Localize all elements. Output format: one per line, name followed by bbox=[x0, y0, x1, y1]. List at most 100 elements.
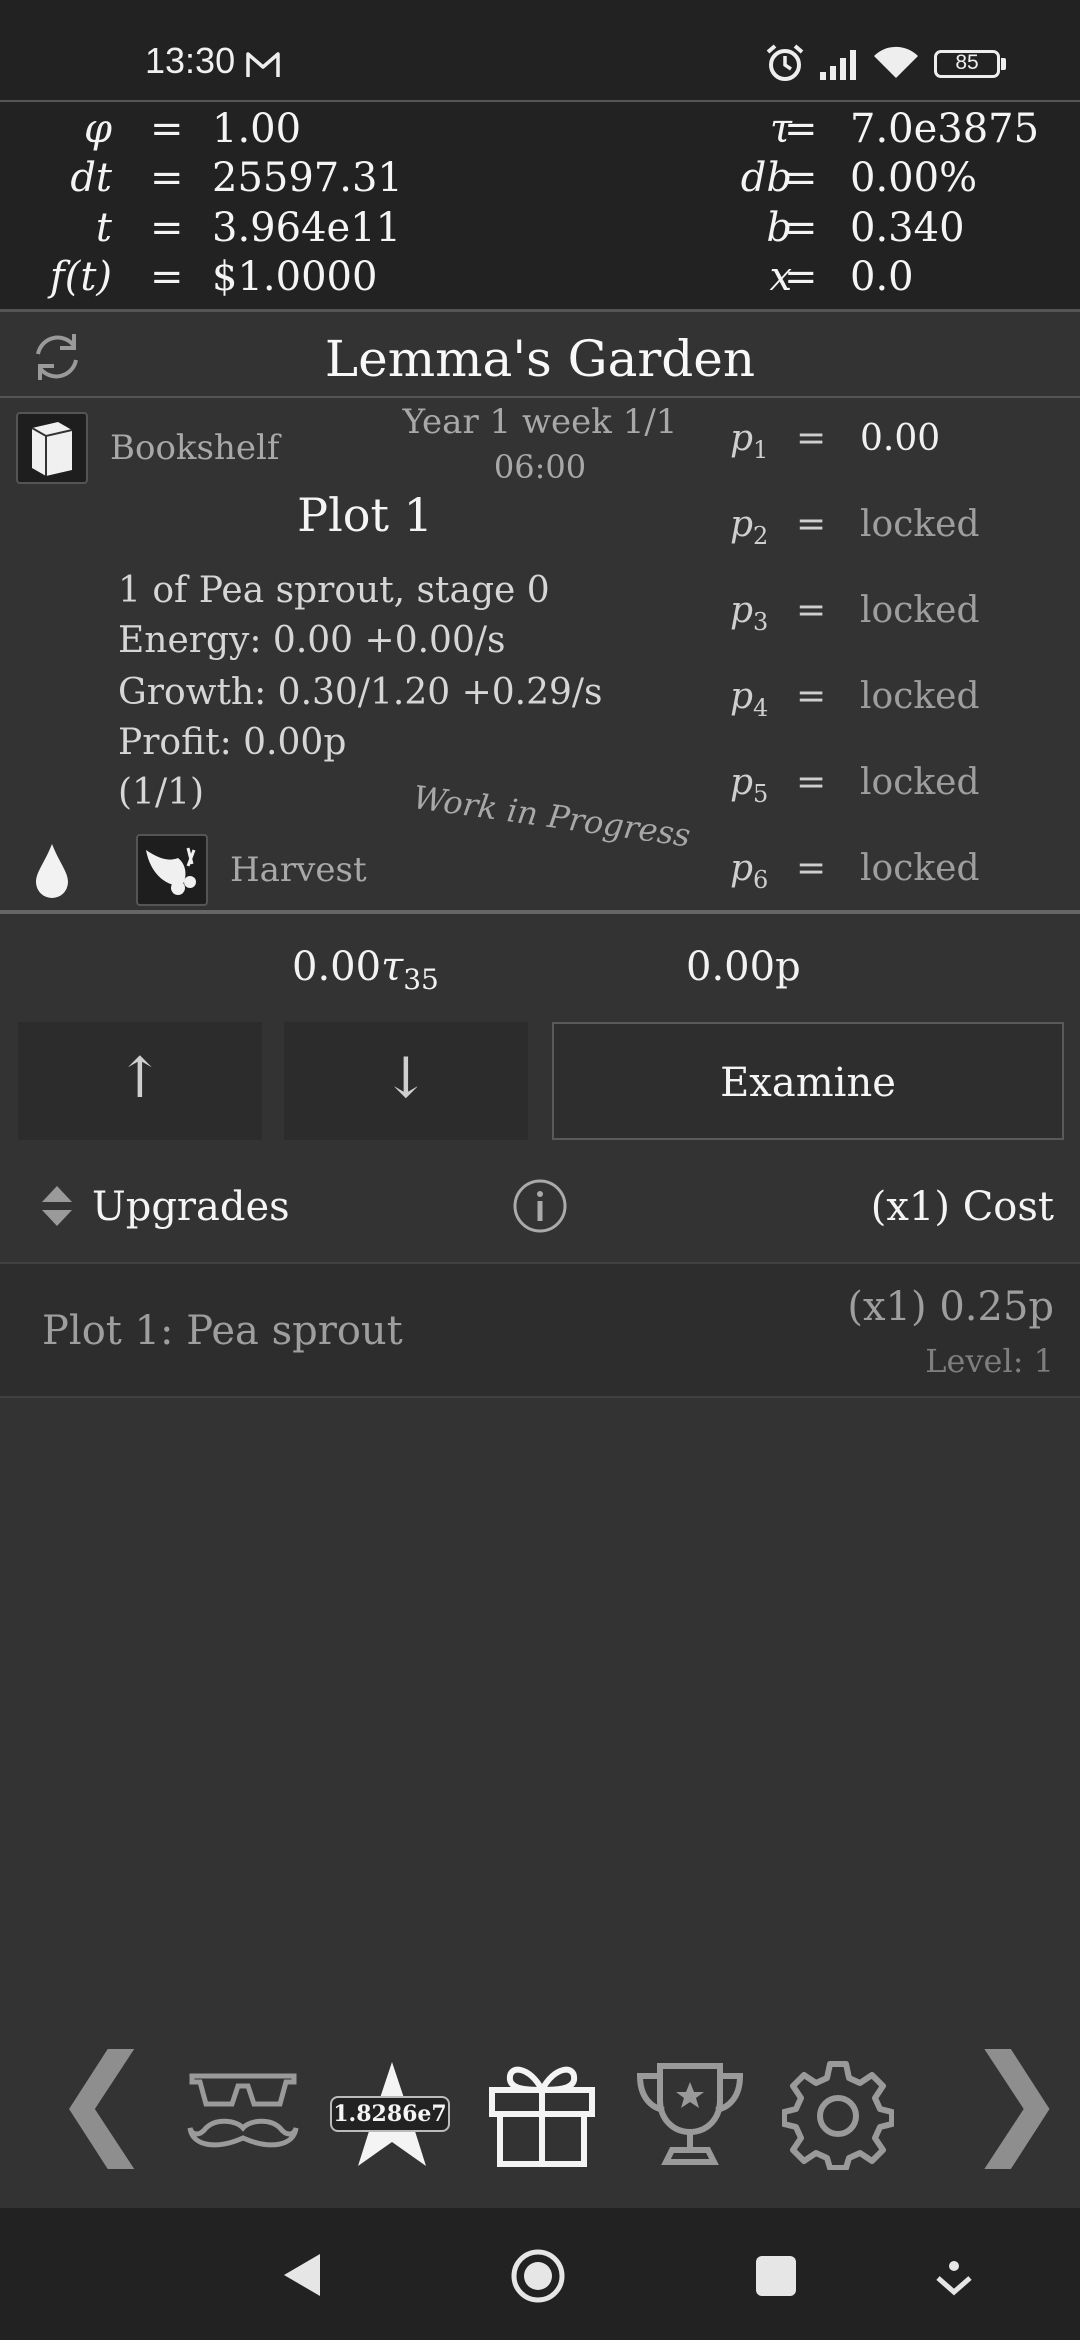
gift-icon[interactable] bbox=[486, 2060, 598, 2168]
var-value: 1.00 bbox=[212, 106, 302, 152]
equals-sign: = bbox=[784, 254, 818, 300]
wip-label: Work in Progress bbox=[410, 778, 693, 855]
trophy-icon[interactable] bbox=[634, 2058, 746, 2170]
p-label: p5 bbox=[730, 762, 769, 809]
date-line: Year 1 week 1/1 bbox=[402, 402, 678, 442]
glasses-mustache-icon[interactable] bbox=[186, 2066, 300, 2156]
harvest-label[interactable]: Harvest bbox=[230, 850, 367, 890]
var-t: t = 3.964e11 bbox=[0, 205, 540, 251]
var-tau: τ = 7.0e3875 bbox=[540, 106, 1080, 152]
upgrades-header: Upgrades bbox=[92, 1184, 290, 1230]
tau-currency: 0.00τ35 bbox=[292, 944, 439, 996]
home-icon[interactable] bbox=[510, 2248, 566, 2304]
equals-sign: = bbox=[796, 590, 827, 631]
p3-row: p3 = locked bbox=[730, 590, 1070, 646]
var-value: 25597.31 bbox=[212, 155, 403, 201]
p-label: p2 bbox=[730, 504, 769, 551]
p-label: p6 bbox=[730, 848, 769, 895]
alarm-icon bbox=[766, 44, 804, 81]
var-dt: dt = 25597.31 bbox=[0, 155, 540, 201]
p4-row: p4 = locked bbox=[730, 676, 1070, 732]
plot-title: Plot 1 bbox=[297, 488, 433, 542]
var-label: x bbox=[769, 254, 792, 300]
upgrade-level: Level: 1 bbox=[925, 1342, 1054, 1380]
var-value: 0.00% bbox=[850, 155, 978, 201]
p6-row: p6 = locked bbox=[730, 848, 1070, 904]
equals-sign: = bbox=[796, 418, 827, 459]
var-value: $1.0000 bbox=[212, 254, 378, 300]
time-line: 06:00 bbox=[493, 448, 587, 486]
equals-sign: = bbox=[784, 106, 818, 152]
battery-icon: 85 bbox=[934, 50, 1000, 78]
up-button[interactable]: ↑ bbox=[18, 1022, 262, 1140]
examine-label: Examine bbox=[720, 1060, 896, 1106]
back-icon[interactable] bbox=[282, 2252, 322, 2298]
equals-sign: = bbox=[150, 106, 184, 152]
status-time: 13:30 bbox=[145, 40, 236, 81]
p-value: locked bbox=[860, 504, 980, 545]
plot-count: (1/1) bbox=[118, 772, 205, 813]
plot-profit: Profit: 0.00p bbox=[118, 722, 347, 763]
recents-icon[interactable] bbox=[756, 2256, 796, 2296]
harvest-button[interactable] bbox=[136, 834, 208, 906]
sort-icon[interactable] bbox=[40, 1184, 74, 1228]
prev-arrow-icon[interactable]: ❮ bbox=[52, 2040, 153, 2160]
bookshelf-button[interactable] bbox=[16, 412, 88, 484]
next-arrow-icon[interactable]: ❯ bbox=[966, 2040, 1067, 2160]
p-value: 0.00 bbox=[860, 418, 941, 459]
down-arrow-icon: ↓ bbox=[382, 1046, 430, 1111]
up-arrow-icon: ↑ bbox=[116, 1046, 164, 1111]
signal-icon bbox=[820, 50, 856, 80]
equals-sign: = bbox=[796, 504, 827, 545]
var-value: 0.0 bbox=[850, 254, 914, 300]
p-label: p1 bbox=[730, 418, 769, 465]
gmail-icon bbox=[246, 52, 280, 77]
bookshelf-label[interactable]: Bookshelf bbox=[110, 428, 279, 468]
battery-level: 85 bbox=[955, 51, 979, 74]
equals-sign: = bbox=[796, 762, 827, 803]
p-value: locked bbox=[860, 762, 980, 803]
hide-nav-icon[interactable] bbox=[934, 2258, 974, 2298]
examine-button[interactable]: Examine bbox=[552, 1022, 1064, 1140]
p-currency: 0.00p bbox=[686, 944, 801, 990]
equals-sign: = bbox=[784, 205, 818, 251]
system-nav-bar bbox=[0, 2208, 1080, 2340]
gear-icon[interactable] bbox=[782, 2058, 894, 2170]
p-value: locked bbox=[860, 590, 980, 631]
plot-energy: Energy: 0.00 +0.00/s bbox=[118, 620, 506, 661]
star-count: 1.8286e7 bbox=[333, 2101, 447, 2127]
page-title: Lemma's Garden bbox=[324, 330, 756, 388]
var-label: db bbox=[740, 155, 792, 201]
var-value: 0.340 bbox=[850, 205, 965, 251]
p-value: locked bbox=[860, 848, 980, 889]
wifi-icon bbox=[874, 46, 918, 78]
p2-row: p2 = locked bbox=[730, 504, 1070, 560]
var-ft: f(t) = $1.0000 bbox=[0, 254, 540, 300]
p-value: locked bbox=[860, 676, 980, 717]
water-drop-icon[interactable] bbox=[34, 842, 70, 898]
star-badge: 1.8286e7 bbox=[330, 2096, 450, 2132]
info-icon[interactable] bbox=[512, 1178, 568, 1234]
equals-sign: = bbox=[150, 254, 184, 300]
cornucopia-icon bbox=[146, 847, 196, 895]
battery-tip bbox=[1001, 58, 1006, 70]
garden-header: Lemma's Garden bbox=[0, 312, 1080, 398]
plot-growth: Growth: 0.30/1.20 +0.29/s bbox=[118, 672, 603, 713]
upgrade-cost: (x1) 0.25p bbox=[847, 1284, 1054, 1330]
var-value: 3.964e11 bbox=[212, 205, 402, 251]
down-button[interactable]: ↓ bbox=[284, 1022, 528, 1140]
equals-sign: = bbox=[784, 155, 818, 201]
plot-contents: 1 of Pea sprout, stage 0 bbox=[118, 570, 550, 611]
var-phi: φ = 1.00 bbox=[0, 106, 540, 152]
equals-sign: = bbox=[796, 848, 827, 889]
status-bar: 13:30 85 bbox=[0, 0, 1080, 100]
p-label: p3 bbox=[730, 590, 769, 637]
var-label: b bbox=[766, 205, 792, 251]
var-label: t bbox=[95, 205, 112, 251]
p5-row: p5 = locked bbox=[730, 762, 1070, 818]
upgrade-item[interactable]: Plot 1: Pea sprout (x1) 0.25p Level: 1 bbox=[0, 1262, 1080, 1398]
equals-sign: = bbox=[796, 676, 827, 717]
p-label: p4 bbox=[730, 676, 769, 723]
equals-sign: = bbox=[150, 155, 184, 201]
equals-sign: = bbox=[150, 205, 184, 251]
